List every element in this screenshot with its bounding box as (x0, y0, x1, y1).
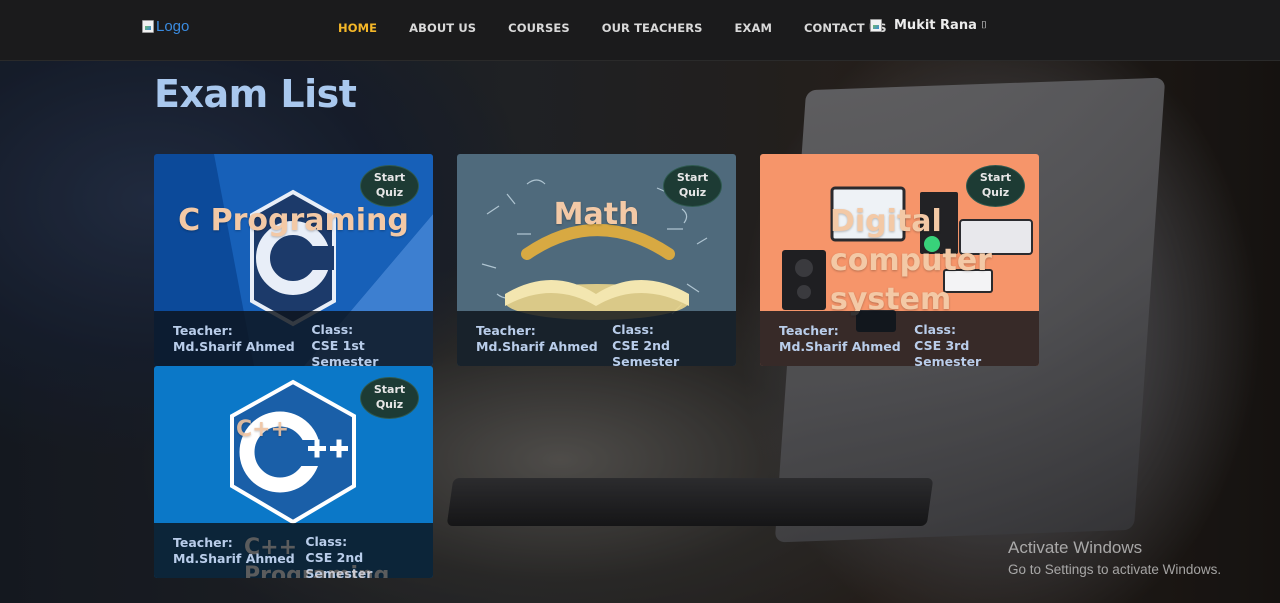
windows-activation-watermark: Activate Windows Go to Settings to activ… (1008, 538, 1221, 577)
teacher-name: Md.Sharif Ahmed (779, 339, 901, 354)
card-title-top: C++ (236, 417, 290, 442)
teacher-name: Md.Sharif Ahmed (173, 339, 295, 354)
logo-link[interactable]: Logo (142, 18, 189, 35)
teacher-name: Md.Sharif Ahmed (476, 339, 598, 354)
logo-alt-text: Logo (156, 18, 190, 35)
card-footer: Teacher: Md.Sharif Ahmed Class: CSE 1st … (154, 311, 433, 366)
nav-home[interactable]: HOME (338, 21, 377, 35)
watermark-title: Activate Windows (1008, 538, 1143, 557)
class-label: Class: (612, 322, 654, 337)
card-footer: Teacher: Md.Sharif Ahmed Class: CSE 2nd … (457, 311, 736, 366)
start-quiz-button[interactable]: Start Quiz (966, 165, 1025, 207)
page-title: Exam List (154, 72, 357, 116)
user-avatar-icon (870, 19, 882, 32)
main-nav: HOME ABOUT US COURSES OUR TEACHERS EXAM … (338, 21, 919, 35)
watermark-subtitle: Go to Settings to activate Windows. (1008, 562, 1222, 577)
class-label: Class: (311, 322, 354, 337)
class-name: CSE 1st Semester (311, 338, 379, 366)
start-quiz-button[interactable]: Start Quiz (663, 165, 722, 207)
teacher-label: Teacher: (173, 323, 233, 338)
class-label: Class: (914, 322, 956, 337)
teacher-label: Teacher: (476, 323, 536, 338)
start-quiz-button[interactable]: Start Quiz (360, 165, 419, 207)
broken-image-icon (142, 20, 154, 33)
card-footer: Teacher: Md.Sharif Ahmed Class: CSE 3rd … (760, 311, 1039, 366)
nav-exam[interactable]: EXAM (735, 21, 772, 35)
card-title: C++ Programing (244, 535, 390, 578)
start-quiz-button[interactable]: Start Quiz (360, 377, 419, 419)
class-name: CSE 2nd Semester (612, 338, 680, 366)
class-name: CSE 3rd Semester (914, 338, 982, 366)
card-title: C Programing (178, 203, 409, 238)
exam-card-c-programing[interactable]: C Programing Start Quiz Teacher: Md.Shar… (154, 154, 433, 366)
nav-about-us[interactable]: ABOUT US (409, 21, 476, 35)
exam-card-cpp-programing[interactable]: C++ Start Quiz Teacher: Md.Sharif Ahmed … (154, 366, 433, 578)
nav-courses[interactable]: COURSES (508, 21, 570, 35)
navbar: Logo HOME ABOUT US COURSES OUR TEACHERS … (0, 0, 1280, 61)
exam-card-digital-computer-system[interactable]: Digital computer system Start Quiz Teach… (760, 154, 1039, 366)
nav-our-teachers[interactable]: OUR TEACHERS (602, 21, 703, 35)
card-title: Digital computer system (830, 204, 992, 317)
user-menu[interactable]: Mukit Rana ⌷ (870, 18, 987, 33)
teacher-label: Teacher: (779, 323, 839, 338)
exam-card-math[interactable]: Math Start Quiz Teacher: Md.Sharif Ahmed… (457, 154, 736, 366)
dropdown-caret-icon: ⌷ (980, 20, 987, 31)
user-name: Mukit Rana (894, 18, 977, 33)
